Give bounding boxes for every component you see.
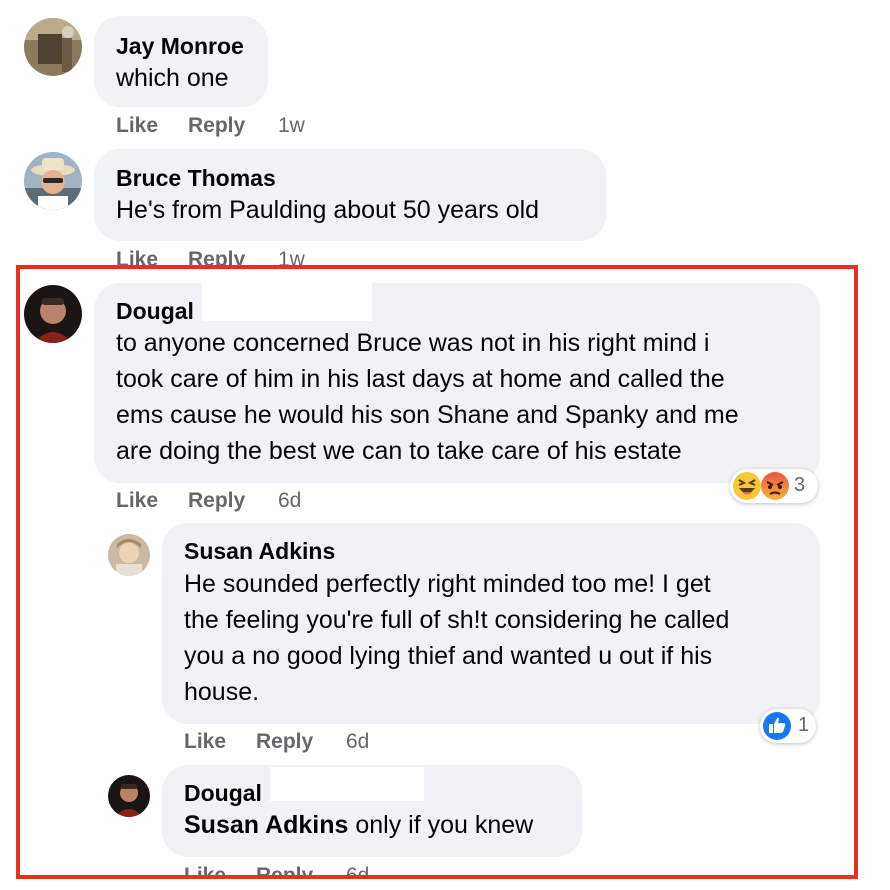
reply-button[interactable]: Reply — [188, 247, 245, 267]
like-button[interactable]: Like — [116, 113, 158, 139]
comment-timestamp[interactable]: 6d — [346, 729, 369, 755]
comment-text-line: ems cause he would his son Shane and Spa… — [116, 401, 739, 429]
angry-icon — [761, 472, 789, 500]
reaction-count: 1 — [798, 714, 810, 736]
avatar[interactable] — [24, 285, 82, 343]
avatar[interactable] — [108, 775, 150, 817]
avatar-photo-icon — [24, 285, 82, 343]
comment-text-body: only if you knew — [348, 811, 534, 839]
avatar[interactable] — [24, 152, 82, 210]
comment-actions: Like Reply 6d — [184, 729, 484, 755]
redaction-box — [202, 283, 372, 321]
comment-bubble: Bruce Thomas He's from Paulding about 50… — [94, 149, 606, 241]
comment-timestamp[interactable]: 1w — [278, 113, 305, 139]
comment-actions: Like Reply 1w — [116, 113, 416, 139]
comment-text: which one — [116, 64, 229, 92]
comment-text-line: you a no good lying thief and wanted u o… — [184, 642, 713, 670]
mention-link[interactable]: Susan Adkins — [184, 811, 348, 839]
avatar-photo-icon — [108, 534, 150, 576]
comment-text-line: are doing the best we can to take care o… — [116, 437, 682, 465]
comment-text-line: to anyone concerned Bruce was not in his… — [116, 329, 710, 357]
comment-text: He sounded perfectly right minded too me… — [184, 566, 729, 710]
avatar[interactable] — [108, 534, 150, 576]
reaction-summary[interactable]: 1 — [760, 709, 816, 743]
comment-text-line: took care of him in his last days at hom… — [116, 365, 725, 393]
comment-author[interactable]: Bruce Thomas — [116, 164, 276, 192]
comment-text: He's from Paulding about 50 years old — [116, 196, 540, 224]
redaction-box — [270, 767, 424, 801]
reaction-count: 3 — [794, 474, 806, 496]
comment-bubble: Jay Monroe which one — [94, 16, 268, 107]
comment-text-line: the feeling you're full of sh!t consider… — [184, 606, 730, 634]
comment-actions: Like Reply 1w — [116, 247, 416, 267]
avatar[interactable] — [24, 18, 82, 76]
reply-button[interactable]: Reply — [188, 488, 245, 514]
reply-button[interactable]: Reply — [256, 863, 313, 877]
comment-actions: Like Reply 6d — [184, 863, 484, 877]
comment-timestamp[interactable]: 6d — [346, 863, 369, 877]
reply-bubble: Dougal Susan Adkins only if you knew — [162, 765, 582, 857]
comment-text: Susan Adkins only if you knew — [184, 807, 533, 843]
comment-timestamp[interactable]: 1w — [278, 247, 305, 267]
like-button[interactable]: Like — [184, 729, 226, 755]
like-reaction-icon — [763, 712, 791, 740]
reply-bubble: Susan Adkins He sounded perfectly right … — [162, 523, 820, 724]
avatar-photo-icon — [24, 18, 82, 76]
like-button[interactable]: Like — [116, 488, 158, 514]
comment-text: to anyone concerned Bruce was not in his… — [116, 325, 739, 469]
comment-author[interactable]: Jay Monroe — [116, 32, 244, 60]
comment-author[interactable]: Dougal — [184, 779, 262, 807]
like-button[interactable]: Like — [184, 863, 226, 877]
comment-author[interactable]: Dougal — [116, 297, 194, 325]
avatar-photo-icon — [108, 775, 150, 817]
comment-author[interactable]: Susan Adkins — [184, 537, 335, 565]
like-button[interactable]: Like — [116, 247, 158, 267]
avatar-photo-icon — [24, 152, 82, 210]
comment-text-line: He sounded perfectly right minded too me… — [184, 570, 711, 598]
comment-actions: Like Reply 6d — [116, 488, 416, 514]
comment-text-line: house. — [184, 678, 260, 706]
comment-timestamp[interactable]: 6d — [278, 488, 301, 514]
reply-button[interactable]: Reply — [256, 729, 313, 755]
reply-button[interactable]: Reply — [188, 113, 245, 139]
reaction-summary[interactable]: 3 — [730, 469, 818, 503]
comment-bubble: Dougal to anyone concerned Bruce was not… — [94, 283, 820, 483]
